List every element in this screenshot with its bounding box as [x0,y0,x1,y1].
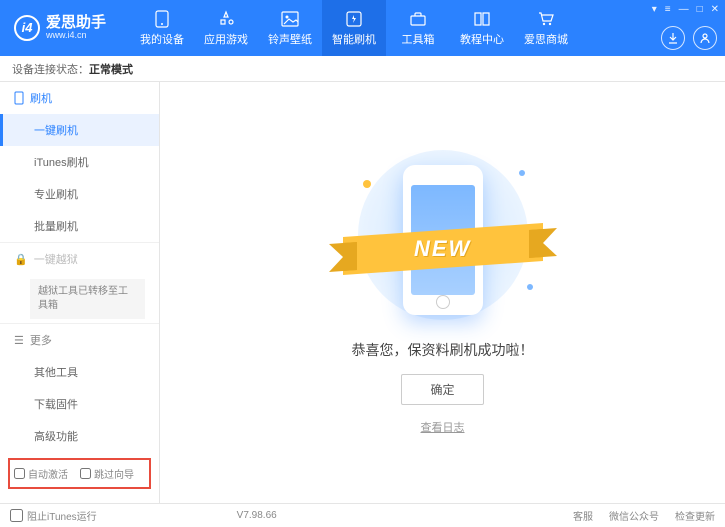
sidebar-item-advanced[interactable]: 高级功能 [0,420,159,452]
maximize-icon[interactable]: □ [697,4,703,15]
app-header: i4 爱思助手 www.i4.cn 我的设备 应用游戏 铃声壁纸 智能刷机 工具… [0,0,725,56]
app-url: www.i4.cn [46,31,106,41]
settings-icon[interactable]: ≡ [665,4,671,15]
footer-link-wechat[interactable]: 微信公众号 [609,508,659,523]
version-label: V7.98.66 [237,510,277,521]
lock-icon: 🔒 [14,253,28,266]
app-logo: i4 爱思助手 www.i4.cn [0,15,120,41]
device-info[interactable]: 📱iPhone 15 Pro Max 512GB iPhone [0,495,159,503]
skip-wizard-checkbox[interactable]: 跳过向导 [80,466,134,481]
jailbreak-note: 越狱工具已转移至工具箱 [30,279,145,319]
apps-icon [216,10,236,28]
sidebar-item-itunes[interactable]: iTunes刷机 [0,146,159,178]
sidebar-item-oneclick[interactable]: 一键刷机 [0,114,159,146]
ribbon-text: NEW [414,236,471,262]
app-title: 爱思助手 [46,15,106,32]
sidebar-group-jailbreak[interactable]: 🔒 一键越狱 [0,242,159,275]
status-label: 设备连接状态： [12,61,89,77]
menu-icon[interactable]: ▾ [652,4,657,15]
tab-my-device[interactable]: 我的设备 [130,0,194,56]
sidebar-item-firmware[interactable]: 下载固件 [0,388,159,420]
auto-activate-checkbox[interactable]: 自动激活 [14,466,68,481]
close-icon[interactable]: ✕ [711,4,719,15]
tab-flash[interactable]: 智能刷机 [322,0,386,56]
sidebar-group-flash[interactable]: 刷机 [0,82,159,114]
book-icon [472,10,492,28]
user-button[interactable] [693,26,717,50]
toolbox-icon [408,10,428,28]
sidebar-item-other[interactable]: 其他工具 [0,356,159,388]
tab-toolbox[interactable]: 工具箱 [386,0,450,56]
nav-tabs: 我的设备 应用游戏 铃声壁纸 智能刷机 工具箱 教程中心 爱思商城 [130,0,578,56]
window-controls: ▾ ≡ — □ ✕ [652,4,719,15]
header-actions [661,26,717,50]
main-content: NEW 恭喜您，保资料刷机成功啦！ 确定 查看日志 [160,82,725,503]
tab-store[interactable]: 爱思商城 [514,0,578,56]
view-log-link[interactable]: 查看日志 [421,419,465,435]
success-illustration: NEW [343,150,543,330]
more-icon: ☰ [14,334,24,347]
minimize-icon[interactable]: — [679,4,689,15]
image-icon [280,10,300,28]
status-bar: 设备连接状态： 正常模式 [0,56,725,82]
cart-icon [536,10,556,28]
footer-link-update[interactable]: 检查更新 [675,508,715,523]
ok-button[interactable]: 确定 [401,374,483,405]
block-itunes-checkbox[interactable]: 阻止iTunes运行 [10,508,97,523]
logo-icon: i4 [14,15,40,41]
tab-apps[interactable]: 应用游戏 [194,0,258,56]
tab-tutorials[interactable]: 教程中心 [450,0,514,56]
success-message: 恭喜您，保资料刷机成功啦！ [352,340,534,360]
flash-icon [344,10,364,28]
status-value: 正常模式 [89,61,133,77]
phone-icon [152,10,172,28]
sidebar-item-batch[interactable]: 批量刷机 [0,210,159,242]
footer-link-support[interactable]: 客服 [573,508,593,523]
sidebar-item-pro[interactable]: 专业刷机 [0,178,159,210]
sidebar-group-more[interactable]: ☰ 更多 [0,323,159,356]
tab-ringtones[interactable]: 铃声壁纸 [258,0,322,56]
footer: 阻止iTunes运行 V7.98.66 客服 微信公众号 检查更新 [0,503,725,527]
phone-small-icon [14,91,24,105]
flash-options: 自动激活 跳过向导 [8,458,151,489]
sidebar: 刷机 一键刷机 iTunes刷机 专业刷机 批量刷机 🔒 一键越狱 越狱工具已转… [0,82,160,503]
download-button[interactable] [661,26,685,50]
